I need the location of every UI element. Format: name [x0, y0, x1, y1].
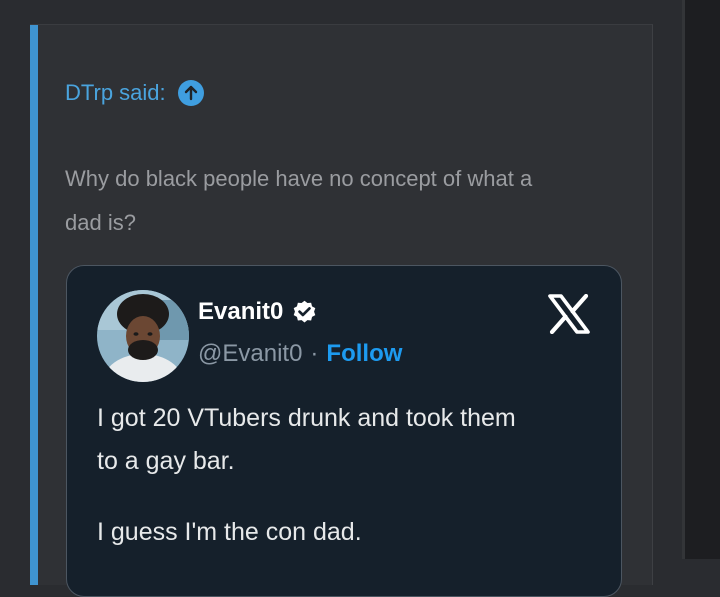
tweet-display-name[interactable]: Evanit0 [198, 298, 318, 326]
x-logo-icon[interactable] [548, 294, 590, 334]
forum-quote-block: DTrp said: Why do black people have no c… [30, 24, 653, 597]
quote-text-line: dad is? [65, 210, 136, 235]
tweet-embed-card[interactable]: Evanit0 @Evanit0 · Follow I got 20 VTube… [66, 265, 622, 597]
verified-badge-icon [294, 300, 316, 323]
avatar[interactable] [97, 290, 189, 382]
tweet-text-line: I guess I'm the con dad. [97, 518, 362, 546]
separator-dot: · [310, 340, 319, 367]
quote-text: Why do black people have no concept of w… [65, 157, 635, 245]
right-sidebar-edge [682, 0, 720, 559]
arrow-up-circle-icon[interactable] [177, 80, 204, 106]
left-margin [0, 0, 30, 559]
display-name-text[interactable]: Evanit0 [198, 298, 283, 326]
quote-text-line: Why do black people have no concept of w… [65, 166, 533, 191]
sidebar-divider [682, 0, 685, 559]
page-background [0, 0, 720, 22]
quote-author-label[interactable]: DTrp said: [65, 80, 166, 106]
tweet-text-line: I got 20 VTubers drunk and took them [97, 404, 516, 432]
tweet-handle[interactable]: @Evanit0 [198, 340, 302, 368]
follow-button[interactable]: Follow [326, 340, 402, 368]
tweet-handle-row: @Evanit0 · Follow [198, 340, 402, 368]
tweet-text-line: to a gay bar. [97, 447, 235, 475]
quote-accent-bar [30, 25, 38, 585]
quote-attribution[interactable]: DTrp said: [65, 80, 204, 106]
